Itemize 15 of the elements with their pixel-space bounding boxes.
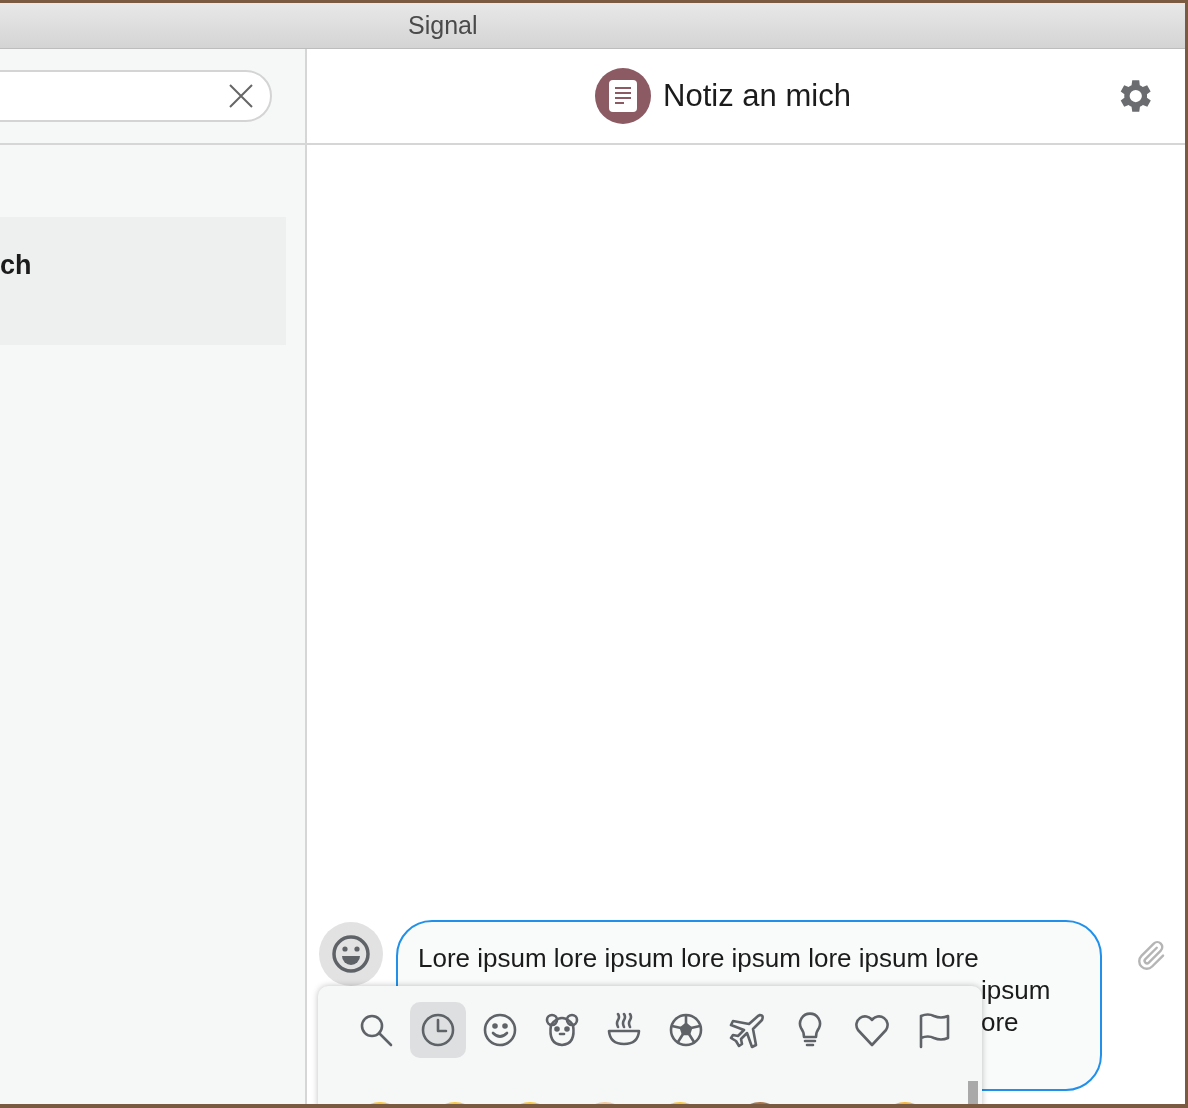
category-tab[interactable] bbox=[410, 1002, 466, 1058]
close-icon[interactable] bbox=[228, 83, 254, 109]
conversation-item[interactable]: ch bbox=[0, 217, 286, 345]
clock-icon bbox=[419, 1011, 457, 1049]
ball-icon bbox=[667, 1011, 705, 1049]
plane-icon bbox=[729, 1011, 767, 1049]
message-text: ore bbox=[981, 1006, 1019, 1038]
conversation-title: Notiz an mich bbox=[663, 78, 851, 114]
window-title: Signal bbox=[408, 11, 478, 40]
message-text: ipsum bbox=[981, 974, 1051, 1006]
smiley-icon bbox=[481, 1011, 519, 1049]
search-field[interactable] bbox=[0, 70, 272, 122]
smiley-icon bbox=[331, 934, 371, 974]
message-text: Lore ipsum lore ipsum lore ipsum lore ipsum lore bbox=[418, 942, 980, 974]
conversation-title: ch bbox=[0, 249, 32, 281]
